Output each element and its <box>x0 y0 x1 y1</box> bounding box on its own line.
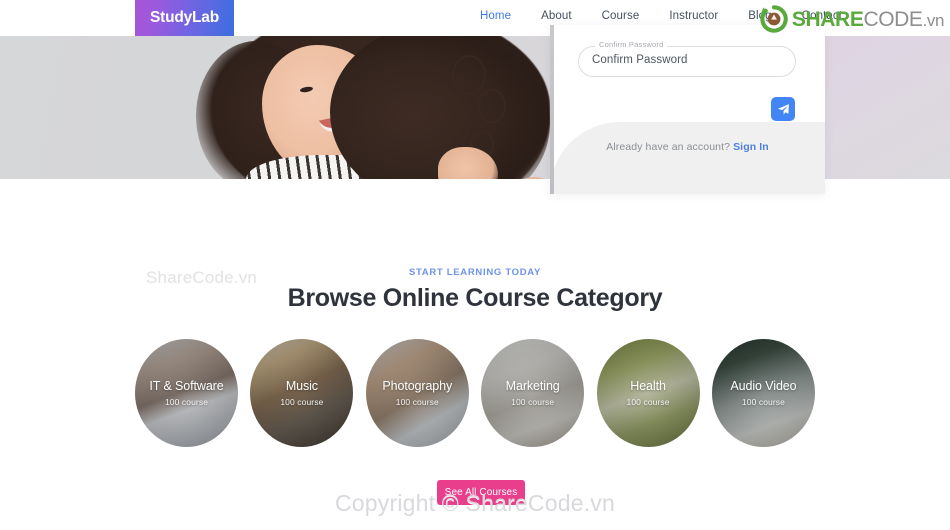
category-overlay <box>596 339 700 447</box>
category-card-music[interactable]: Music 100 course <box>250 339 354 447</box>
section-title: Browse Online Course Category <box>287 284 663 312</box>
section-eyebrow: START LEARNING TODAY <box>408 267 542 278</box>
signup-modal: Confirm Password Confirm Password Alread… <box>550 25 825 194</box>
category-card-photography[interactable]: Photography 100 course <box>365 339 469 447</box>
nav-item-about[interactable]: About <box>541 10 572 22</box>
nav-item-course[interactable]: Course <box>602 10 640 22</box>
modal-scrollbar[interactable] <box>550 25 554 194</box>
category-name: Health <box>630 379 666 393</box>
category-count: 100 course <box>511 397 555 407</box>
nav-item-instructor[interactable]: Instructor <box>669 10 718 22</box>
page-root: Confirm Password Confirm Password Alread… <box>0 0 950 530</box>
category-count: 100 course <box>164 397 209 407</box>
category-overlay <box>365 339 469 447</box>
submit-signup-button[interactable] <box>771 97 795 121</box>
category-count: 100 course <box>280 397 324 407</box>
nav-item-home[interactable]: Home <box>480 10 511 22</box>
recycle-arrow-icon <box>760 5 788 33</box>
sharecode-logo-vn: .vn <box>922 10 945 30</box>
category-overlay <box>135 339 238 447</box>
category-overlay <box>481 339 585 447</box>
category-card-health[interactable]: Health 100 course <box>596 339 700 447</box>
category-name: Marketing <box>505 379 560 393</box>
sharecode-logo-code: CODE <box>863 7 923 31</box>
hero-model-hair-front <box>330 31 550 179</box>
category-count: 100 course <box>741 397 785 407</box>
category-count: 100 course <box>626 397 670 407</box>
hero-right-panel <box>825 31 950 179</box>
see-all-courses-label: See All Courses <box>444 487 518 498</box>
category-name: Music <box>285 379 318 393</box>
confirm-password-label: Confirm Password <box>595 40 668 49</box>
category-count: 100 course <box>395 397 439 407</box>
confirm-password-input[interactable]: Confirm Password <box>592 54 688 66</box>
sharecode-logo-share: SHARE <box>791 7 864 31</box>
category-overlay <box>711 339 815 447</box>
category-card-marketing[interactable]: Marketing 100 course <box>481 339 585 447</box>
already-account-label: Already have an account? <box>606 141 731 153</box>
hero-model-curl <box>452 55 486 95</box>
category-card-list: IT & Software 100 course Music 100 cours… <box>135 339 815 449</box>
hero-model-curl <box>478 89 506 123</box>
category-overlay <box>250 339 354 447</box>
confirm-password-field[interactable]: Confirm Password Confirm Password <box>578 40 796 77</box>
hero-model-curl <box>440 109 470 145</box>
modal-footer-text: Already have an account? Sign In <box>550 141 825 153</box>
category-name: Photography <box>382 379 453 393</box>
brand-logo[interactable]: StudyLab <box>135 0 234 36</box>
category-card-it-software[interactable]: IT & Software 100 course <box>135 339 238 447</box>
see-all-courses-button[interactable]: See All Courses <box>437 480 525 505</box>
brand-name: StudyLab <box>149 9 219 26</box>
sharecode-watermark-logo: SHARECODE.vn <box>760 4 944 34</box>
sign-in-link[interactable]: Sign In <box>733 141 769 153</box>
category-card-audio-video[interactable]: Audio Video 100 course <box>711 339 815 447</box>
category-name: IT & Software <box>149 379 224 393</box>
send-icon <box>777 103 789 115</box>
category-name: Audio Video <box>730 379 797 393</box>
modal-footer: Already have an account? Sign In <box>550 122 825 194</box>
